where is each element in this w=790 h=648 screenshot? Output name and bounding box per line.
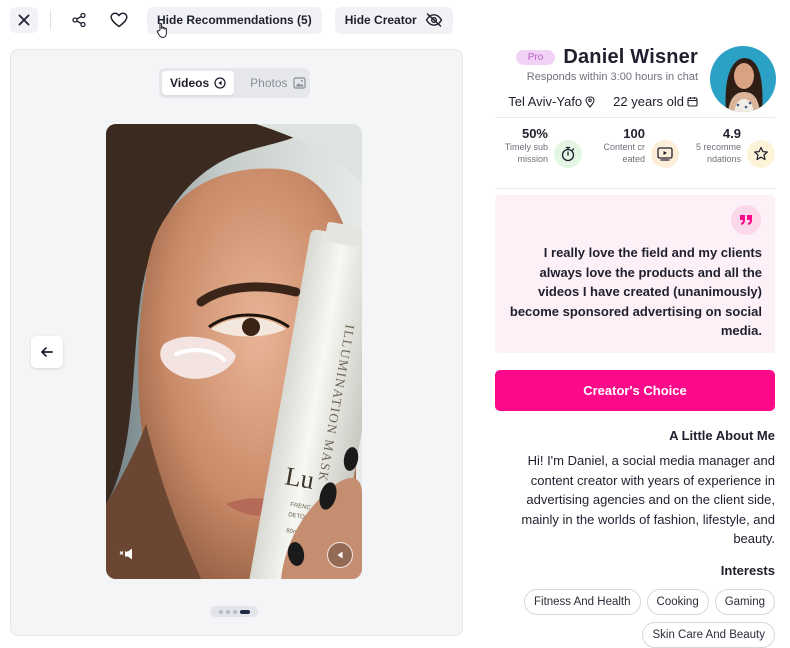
toolbar-divider bbox=[50, 10, 51, 30]
interest-chip[interactable]: Skin Care And Beauty bbox=[642, 622, 775, 648]
location-label: Tel Aviv-Yafo bbox=[508, 94, 583, 109]
share-button[interactable] bbox=[65, 7, 93, 33]
creators-choice-label: Creator's Choice bbox=[583, 383, 687, 398]
quote-text: I really love the field and my clients a… bbox=[509, 245, 762, 338]
stat-label: Content created bbox=[603, 142, 645, 164]
pagination-dot[interactable] bbox=[225, 609, 230, 614]
interest-chip[interactable]: Fitness And Health bbox=[523, 589, 641, 615]
age-label: 22 years old bbox=[613, 94, 684, 109]
heart-icon bbox=[110, 12, 128, 28]
eye-off-icon bbox=[425, 13, 443, 27]
previous-media-button[interactable] bbox=[31, 336, 63, 368]
stat-icon-wrap bbox=[651, 140, 679, 168]
tab-videos-label: Videos bbox=[170, 76, 210, 90]
stopwatch-icon bbox=[561, 146, 575, 162]
stat-value: 100 bbox=[623, 126, 645, 141]
close-button[interactable] bbox=[10, 7, 38, 33]
video-screen-icon bbox=[657, 147, 673, 161]
play-button[interactable] bbox=[327, 542, 353, 568]
video-player[interactable]: ILLUMINATION MASK Lu FRENC DETOX • HYD 8… bbox=[106, 124, 362, 579]
interest-chip[interactable]: Cooking bbox=[646, 589, 709, 615]
mute-icon[interactable] bbox=[119, 548, 137, 560]
calendar-icon bbox=[687, 97, 698, 107]
location: Tel Aviv-Yafo bbox=[508, 94, 595, 109]
creator-name: Daniel Wisner bbox=[563, 45, 698, 68]
interests-title: Interests bbox=[720, 563, 775, 578]
name-row: Pro Daniel Wisner bbox=[508, 45, 698, 69]
media-pagination bbox=[210, 606, 258, 617]
quote-icon-wrap bbox=[731, 205, 761, 235]
hide-creator-label: Hide Creator bbox=[344, 13, 417, 27]
age: 22 years old bbox=[613, 94, 698, 109]
stat-icon-wrap bbox=[747, 140, 775, 168]
stat-label: 5 recommendations bbox=[695, 142, 741, 164]
interest-chip[interactable]: Gaming bbox=[714, 589, 775, 615]
top-toolbar: Hide Recommendations (5) Hide Creator bbox=[10, 6, 453, 34]
pagination-dot-active[interactable] bbox=[239, 609, 250, 614]
stat-label: Timely submission bbox=[504, 142, 548, 164]
pro-badge: Pro bbox=[515, 49, 556, 65]
about-title: A Little About Me bbox=[669, 428, 775, 443]
star-icon bbox=[754, 146, 768, 161]
video-play-icon bbox=[214, 77, 226, 89]
response-time: Responds within 3:00 hours in chat bbox=[526, 71, 698, 83]
arrow-left-icon bbox=[41, 347, 53, 357]
tab-photos-label: Photos bbox=[250, 76, 288, 90]
creators-choice-button[interactable]: Creator's Choice bbox=[495, 370, 775, 411]
avatar bbox=[710, 46, 776, 112]
stat-value: 4.9 bbox=[722, 126, 741, 141]
hide-recommendations-label: Hide Recommendations (5) bbox=[157, 13, 312, 27]
stats-bar: 50% Timely submission 100 Content create… bbox=[495, 117, 775, 189]
media-panel: Videos Photos ILLUMINATION MASK Lu FRENC… bbox=[10, 49, 463, 636]
share-icon bbox=[72, 12, 86, 28]
stat-value: 50% bbox=[521, 126, 548, 141]
pagination-dot[interactable] bbox=[218, 609, 223, 614]
stat-content-created: 100 Content created bbox=[603, 126, 679, 168]
location-pin-icon bbox=[585, 95, 595, 108]
profile-header: Pro Daniel Wisner Responds within 3:00 h… bbox=[508, 45, 698, 110]
stat-recommendations: 4.9 5 recommendations bbox=[695, 126, 775, 168]
media-tabs: Videos Photos bbox=[159, 68, 310, 98]
interests-list: Fitness And Health Cooking Gaming Skin C… bbox=[495, 589, 775, 648]
hand-cursor-icon bbox=[156, 23, 167, 39]
favorite-button[interactable] bbox=[105, 7, 133, 33]
meta-row: Tel Aviv-Yafo 22 years old bbox=[508, 94, 698, 109]
image-icon bbox=[292, 77, 306, 89]
video-thumbnail: ILLUMINATION MASK Lu FRENC DETOX • HYD 8… bbox=[106, 124, 362, 579]
stat-icon-wrap bbox=[554, 140, 582, 168]
close-icon bbox=[18, 14, 30, 26]
hide-creator-button[interactable]: Hide Creator bbox=[334, 6, 453, 34]
stat-timely-submission: 50% Timely submission bbox=[503, 126, 582, 168]
pagination-dot[interactable] bbox=[232, 609, 237, 614]
hide-recommendations-button[interactable]: Hide Recommendations (5) bbox=[147, 6, 322, 34]
about-text: Hi! I'm Daniel, a social media manager a… bbox=[521, 453, 775, 546]
avatar-image bbox=[710, 46, 776, 112]
tab-photos[interactable]: Photos bbox=[242, 71, 313, 95]
play-icon bbox=[337, 551, 343, 559]
quote-icon bbox=[740, 215, 752, 225]
tube-brand: Lu bbox=[283, 461, 316, 495]
tab-videos[interactable]: Videos bbox=[162, 71, 235, 95]
quote-card: I really love the field and my clients a… bbox=[495, 195, 775, 353]
